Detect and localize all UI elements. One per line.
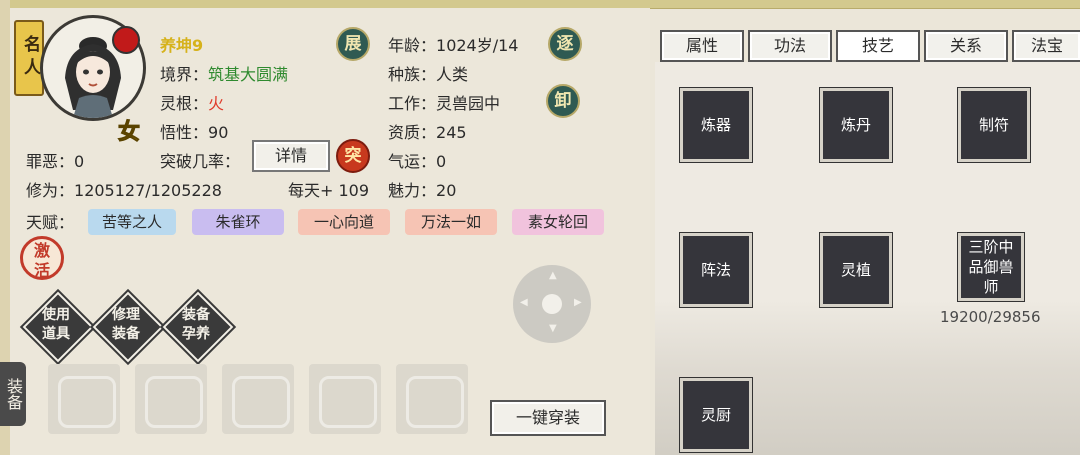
awaken-label: 激活 [33,241,50,280]
cultivation-label: 修为： [26,181,75,200]
beast-taming-progress: 19200/29856 [940,308,1041,326]
unload-button[interactable]: 卸 [546,84,580,118]
talent-tag[interactable]: 素女轮回 [512,209,604,235]
root-value: 火 [208,94,225,113]
comprehension-value: 90 [208,123,229,142]
tab-relations[interactable]: 关系 [924,30,1008,62]
use-item-label: 使用道具 [42,307,70,342]
tab-attributes[interactable]: 属性 [660,30,744,62]
crossbow-slot-icon[interactable] [396,364,468,434]
arrow-right-icon: ▶ [574,297,582,308]
aptitude-label: 资质： [388,123,437,142]
tab-techniques[interactable]: 功法 [748,30,832,62]
gender-label: 女 [117,120,141,146]
skill-cooking[interactable]: 灵厨 [679,377,753,453]
skill-formation[interactable]: 阵法 [679,232,753,308]
skill-beast-taming[interactable]: 三阶中品御兽师 [957,232,1025,302]
sin-row: 罪恶：0 [26,148,84,172]
sin-value: 0 [74,152,85,171]
age-value: 1024岁/14 [436,36,519,55]
charm-label: 魅力： [388,181,437,200]
root-label: 灵根： [160,94,209,113]
comprehension-row: 悟性：90 [160,119,228,143]
cultivation-value: 1205127/1205228 [74,181,222,200]
luck-row: 气运：0 [388,148,446,172]
realm-row: 境界：筑基大圆满 [160,61,288,85]
job-label: 工作： [388,94,437,113]
bracelet-slot-icon[interactable] [222,364,294,434]
job-value: 灵兽园中 [436,94,501,113]
nurture-label: 装备孕养 [182,307,210,342]
character-name: 养坤9 [160,36,204,55]
arrow-up-icon: ▲ [549,270,557,281]
detail-button[interactable]: 详情 [252,140,330,172]
equip-all-button[interactable]: 一键穿装 [490,400,606,436]
arrow-down-icon: ▼ [549,323,557,334]
sin-label: 罪恶： [26,152,75,171]
skill-alchemy[interactable]: 炼丹 [819,87,893,163]
equipment-tab[interactable]: 装备 [0,362,26,426]
breakthrough-label: 突破几率： [160,152,241,171]
tab-treasures[interactable]: 法宝 [1012,30,1080,62]
skill-planting[interactable]: 灵植 [819,232,893,308]
charm-row: 魅力：20 [388,177,456,201]
luck-label: 气运： [388,152,437,171]
skill-refining[interactable]: 炼器 [679,87,753,163]
root-row: 灵根：火 [160,90,224,114]
skill-talisman[interactable]: 制符 [957,87,1031,163]
race-value: 人类 [436,65,469,84]
sword-slot-icon[interactable] [135,364,207,434]
age-label: 年龄： [388,36,437,55]
talent-tag[interactable]: 苦等之人 [88,209,176,235]
fame-badge: 名人 [14,20,44,96]
realm-value: 筑基大圆满 [208,65,289,84]
arrow-left-icon: ◀ [520,297,528,308]
job-row: 工作：灵兽园中 [388,90,500,114]
repair-label: 修理装备 [112,307,140,342]
talents-label: 天赋： [26,213,75,232]
talent-tag[interactable]: 一心向道 [298,209,390,235]
race-row: 种族：人类 [388,61,468,85]
boots-slot-icon[interactable] [309,364,381,434]
talent-tag[interactable]: 万法一如 [405,209,497,235]
charm-value: 20 [436,181,457,200]
awaken-button[interactable]: 激活 [20,236,64,280]
comprehension-label: 悟性： [160,123,209,142]
daily-gain: 每天+ 109 [288,181,370,200]
joystick-knob[interactable] [542,294,562,314]
aptitude-row: 资质：245 [388,119,467,143]
aptitude-value: 245 [436,123,467,142]
race-label: 种族： [388,65,437,84]
armor-slot-icon[interactable] [48,364,120,434]
tab-skills[interactable]: 技艺 [836,30,920,62]
cultivation-row: 修为：1205127/1205228 [26,177,222,201]
expand-button[interactable]: 展 [336,27,370,61]
brush-mark-icon [112,26,140,54]
breakthrough-button[interactable]: 突 [336,139,370,173]
chase-button[interactable]: 逐 [548,27,582,61]
realm-label: 境界： [160,65,209,84]
talent-tag[interactable]: 朱雀环 [192,209,284,235]
luck-value: 0 [436,152,447,171]
age-row: 年龄：1024岁/14 [388,32,519,56]
